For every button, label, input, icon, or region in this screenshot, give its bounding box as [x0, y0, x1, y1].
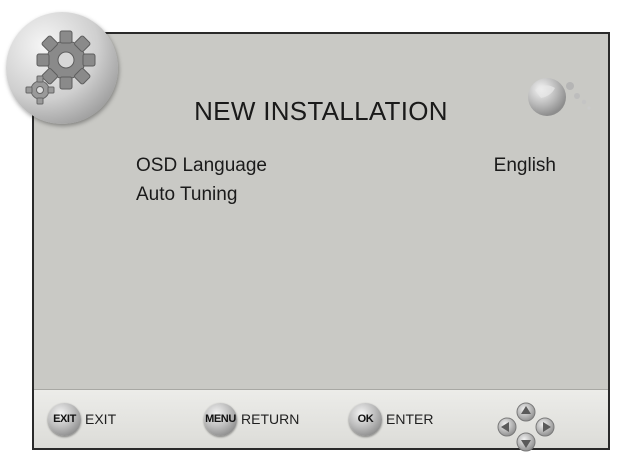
menu-title: NEW INSTALLATION	[194, 96, 448, 126]
exit-hint-label: EXIT	[85, 411, 117, 427]
menu-item-label: OSD Language	[136, 155, 267, 176]
arrow-keys-icon	[497, 402, 555, 452]
globe-icon	[528, 78, 591, 116]
menu-item-osd-language[interactable]: OSD Language English	[136, 151, 556, 180]
gear-icon	[6, 12, 118, 124]
enter-hint-label: ENTER	[386, 411, 434, 427]
menu-list: OSD Language English Auto Tuning	[136, 151, 556, 209]
osd-menu-panel: NEW INSTALLATION OSD Language English Au…	[32, 32, 610, 450]
exit-key-icon[interactable]: EXIT	[48, 402, 81, 436]
enter-hint[interactable]: OK ENTER	[349, 402, 434, 436]
menu-item-value[interactable]: English	[494, 151, 556, 180]
exit-hint[interactable]: EXIT EXIT	[48, 402, 117, 436]
return-hint-label: RETURN	[241, 411, 300, 427]
menu-key-icon[interactable]: MENU	[204, 402, 237, 436]
menu-item-label: Auto Tuning	[136, 184, 238, 205]
menu-item-auto-tuning[interactable]: Auto Tuning	[136, 180, 556, 209]
return-hint[interactable]: MENU RETURN	[204, 402, 300, 436]
ok-key-icon[interactable]: OK	[349, 402, 382, 436]
